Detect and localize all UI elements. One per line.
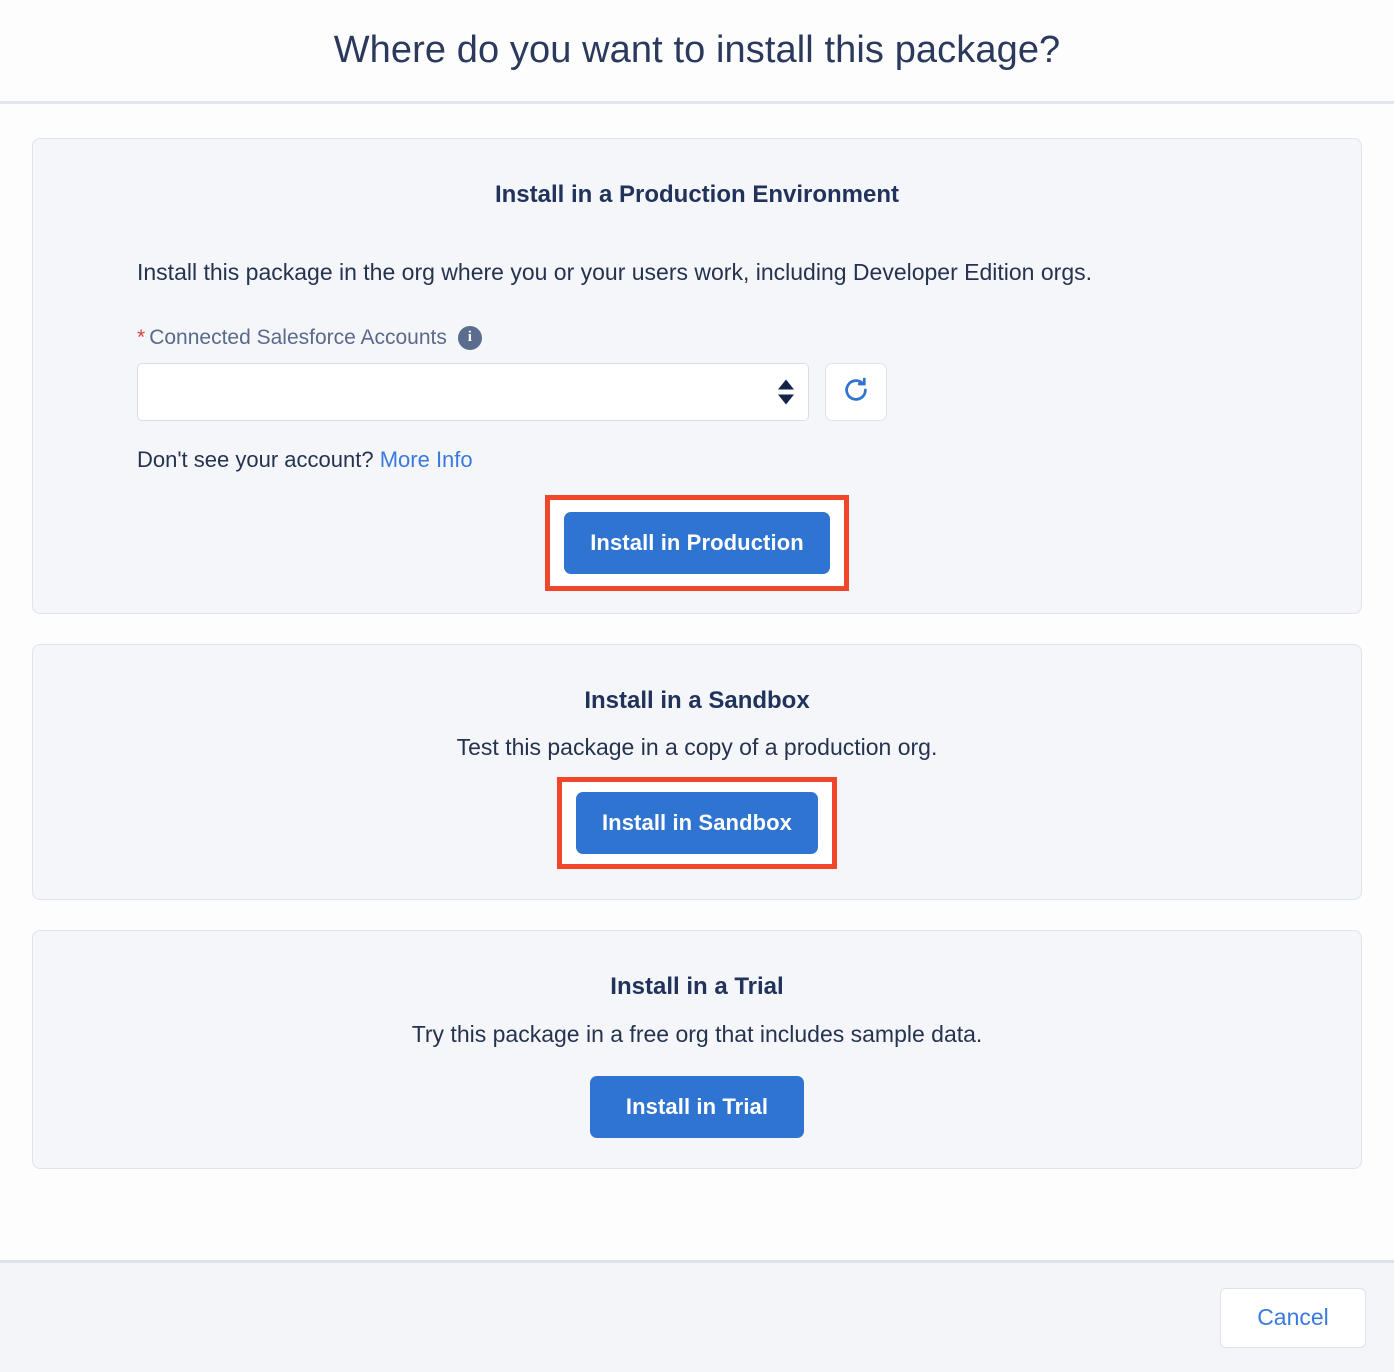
- production-card: Install in a Production Environment Inst…: [32, 138, 1362, 614]
- page-body: Install in a Production Environment Inst…: [0, 104, 1394, 1260]
- trial-card-description: Try this package in a free org that incl…: [411, 1021, 983, 1048]
- production-button-row: Install in Production: [33, 494, 1361, 591]
- more-info-link[interactable]: More Info: [380, 447, 473, 472]
- sandbox-card: Install in a Sandbox Test this package i…: [32, 643, 1362, 901]
- sandbox-card-description: Test this package in a copy of a product…: [456, 734, 938, 761]
- production-card-description: Install this package in the org where yo…: [137, 258, 1092, 285]
- trial-card: Install in a Trial Try this package in a…: [32, 930, 1362, 1170]
- page-title: Where do you want to install this packag…: [333, 28, 1061, 71]
- connected-accounts-field-block: * Connected Salesforce Accounts i: [33, 325, 1361, 421]
- account-helper-text: Don't see your account?: [137, 446, 374, 472]
- connected-accounts-label: * Connected Salesforce Accounts i: [137, 325, 1361, 350]
- info-icon[interactable]: i: [457, 325, 482, 350]
- install-in-production-button[interactable]: Install in Production: [564, 511, 830, 574]
- trial-card-title: Install in a Trial: [610, 973, 784, 1001]
- cancel-button[interactable]: Cancel: [1220, 1287, 1366, 1348]
- account-helper-line: Don't see your account? More Info: [33, 447, 1361, 473]
- trial-button-row: Install in Trial: [33, 1076, 1361, 1139]
- sandbox-card-title: Install in a Sandbox: [584, 686, 810, 714]
- install-package-page: Where do you want to install this packag…: [0, 0, 1394, 1372]
- connected-accounts-select[interactable]: [137, 362, 809, 421]
- sandbox-button-highlight: Install in Sandbox: [556, 777, 838, 870]
- required-asterisk: *: [137, 326, 146, 350]
- install-in-sandbox-button[interactable]: Install in Sandbox: [575, 792, 819, 855]
- sandbox-button-row: Install in Sandbox: [33, 777, 1361, 870]
- page-header: Where do you want to install this packag…: [0, 0, 1394, 104]
- connected-accounts-label-text: Connected Salesforce Accounts: [149, 326, 447, 350]
- production-button-highlight: Install in Production: [545, 494, 849, 591]
- refresh-icon: [841, 375, 871, 408]
- install-in-trial-button[interactable]: Install in Trial: [590, 1076, 804, 1139]
- refresh-accounts-button[interactable]: [825, 362, 887, 421]
- connected-accounts-input[interactable]: [138, 363, 808, 420]
- production-card-title: Install in a Production Environment: [494, 181, 900, 208]
- page-footer: Cancel: [0, 1260, 1394, 1372]
- connected-accounts-row: [137, 362, 1361, 421]
